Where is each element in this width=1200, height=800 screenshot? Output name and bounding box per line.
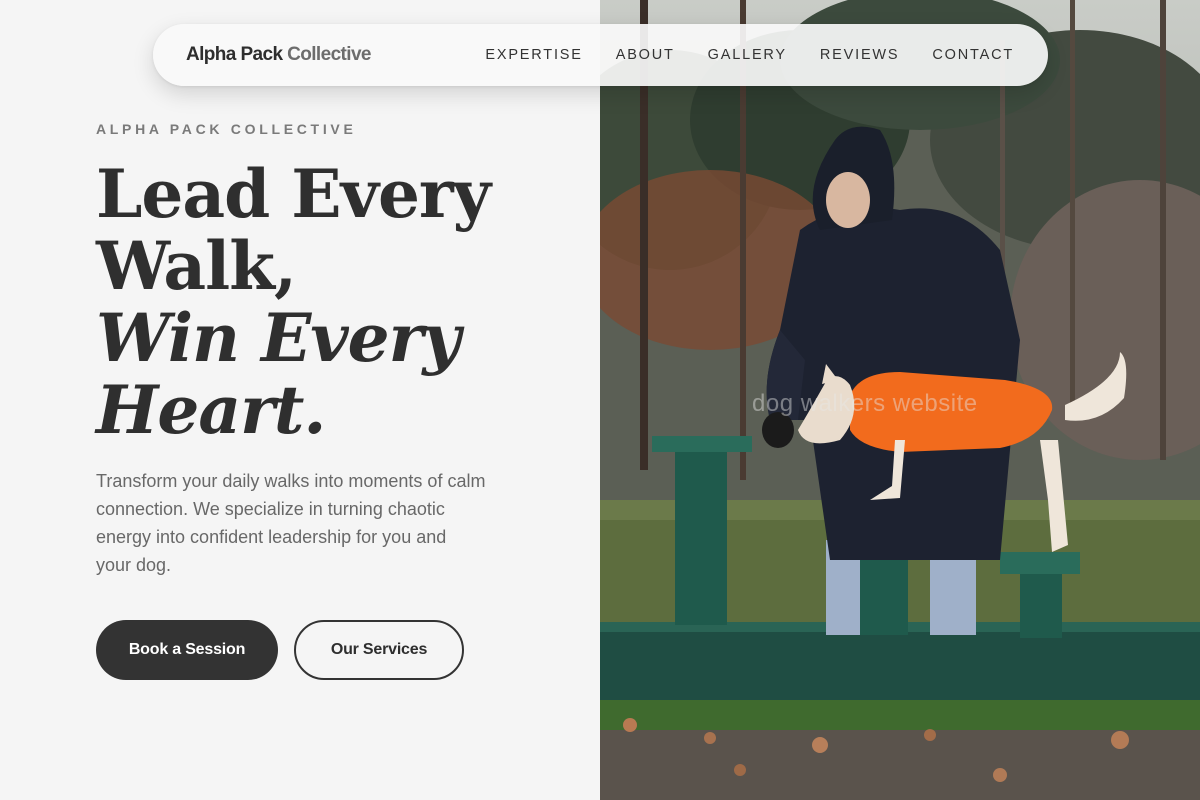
our-services-button[interactable]: Our Services xyxy=(294,620,464,680)
headline-line-1: Lead Every xyxy=(96,155,491,233)
brand-name-secondary: Collective xyxy=(282,44,371,65)
nav-reviews[interactable]: REVIEWS xyxy=(820,47,899,63)
brand-logo[interactable]: Alpha Pack Collective xyxy=(186,44,371,66)
nav-gallery[interactable]: GALLERY xyxy=(708,47,787,63)
nav-expertise[interactable]: EXPERTISE xyxy=(485,47,582,63)
headline-line-2: Walk, xyxy=(96,227,297,305)
photo-watermark: dog walkers website xyxy=(752,390,978,417)
hero-description: Transform your daily walks into moments … xyxy=(96,471,486,575)
nav-contact[interactable]: CONTACT xyxy=(932,47,1014,63)
headline-line-3: Win Every xyxy=(96,299,461,377)
nav-about[interactable]: ABOUT xyxy=(616,47,675,63)
brand-name-primary: Alpha Pack xyxy=(186,44,283,65)
hero-eyebrow: ALPHA PACK COLLECTIVE xyxy=(96,121,357,137)
top-navbar: Alpha Pack Collective EXPERTISE ABOUT GA… xyxy=(153,24,1048,86)
nav-links: EXPERTISE ABOUT GALLERY REVIEWS CONTACT xyxy=(485,47,1014,63)
book-session-button[interactable]: Book a Session xyxy=(96,620,278,680)
hero-headline: Lead Every Walk, Win Every Heart. xyxy=(96,158,566,446)
headline-line-4: Heart. xyxy=(96,371,326,449)
